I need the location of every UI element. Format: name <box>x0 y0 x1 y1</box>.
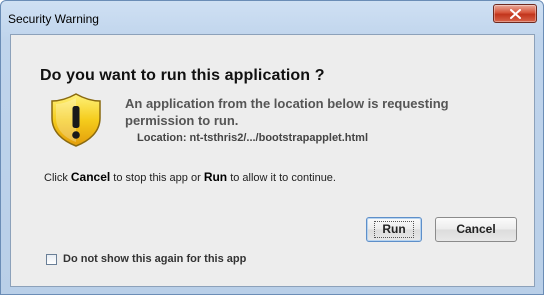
close-icon <box>510 9 521 19</box>
do-not-show-again-checkbox[interactable] <box>46 254 57 265</box>
dialog-content: Do you want to run this application ? An… <box>10 34 535 287</box>
location-text: Location: nt-tsthris2/.../bootstrapapple… <box>137 132 368 144</box>
window-title: Security Warning <box>8 12 99 26</box>
close-button[interactable] <box>493 4 537 23</box>
instruction-run-word: Run <box>203 170 228 184</box>
dialog-heading: Do you want to run this application ? <box>40 67 325 84</box>
run-button[interactable]: Run <box>366 217 422 242</box>
security-warning-window: Security Warning Do you want to run this… <box>0 0 544 295</box>
instruction-part2: to stop this app or <box>110 172 204 184</box>
permission-message: An application from the location below i… <box>125 96 449 128</box>
title-bar[interactable]: Security Warning <box>1 1 543 35</box>
do-not-show-again-label[interactable]: Do not show this again for this app <box>63 253 246 265</box>
run-button-label: Run <box>374 221 414 238</box>
instruction-part3: to allow it to continue. <box>227 172 336 184</box>
instruction-part1: Click <box>44 172 71 184</box>
warning-shield-icon <box>48 92 104 153</box>
instruction-cancel-word: Cancel <box>70 170 111 184</box>
instruction-text: Click Cancel to stop this app or Run to … <box>44 170 336 184</box>
cancel-button[interactable]: Cancel <box>435 217 517 242</box>
